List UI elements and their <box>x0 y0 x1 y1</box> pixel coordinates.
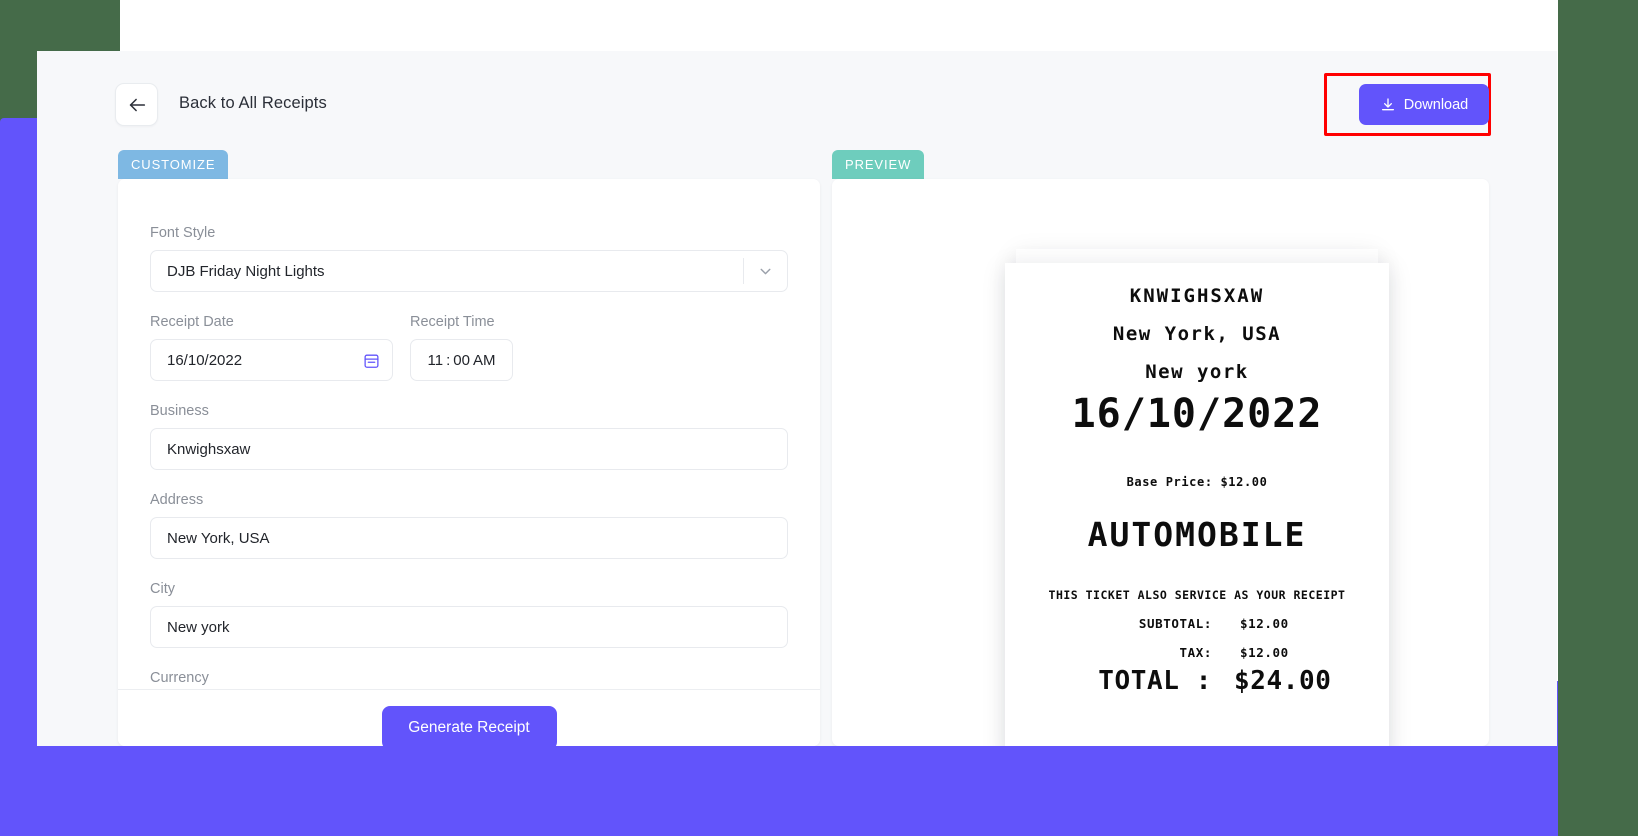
tab-preview-label: PREVIEW <box>845 157 912 172</box>
time-separator: : <box>446 351 451 369</box>
field-address: Address <box>150 492 788 559</box>
receipt-business: KNWIGHSXAW <box>1129 285 1265 307</box>
font-style-select[interactable] <box>150 250 788 292</box>
receipt-date-wrap <box>150 339 393 381</box>
download-button[interactable]: Download <box>1359 84 1489 125</box>
city-input[interactable] <box>150 606 788 648</box>
address-label: Address <box>150 492 204 508</box>
city-label: City <box>150 581 175 597</box>
receipt-preview: KNWIGHSXAW New York, USA New york 16/10/… <box>1005 263 1389 746</box>
field-receipt-date: Receipt Date <box>150 314 393 381</box>
receipt-date-label: Receipt Date <box>150 314 234 330</box>
tab-preview[interactable]: PREVIEW <box>832 150 925 179</box>
receipt-note: THIS TICKET ALSO SERVICE AS YOUR RECEIPT <box>1048 588 1346 602</box>
receipt-tax-label: TAX: <box>1179 645 1212 660</box>
tab-customize[interactable]: CUSTOMIZE <box>118 150 229 179</box>
app-header: Back to All Receipts Download <box>37 51 1557 156</box>
download-button-label: Download <box>1403 96 1469 113</box>
arrow-left-icon <box>126 94 148 116</box>
customize-form: Font Style Receipt Date <box>118 179 820 689</box>
time-hour[interactable]: 11 <box>428 352 444 369</box>
back-button[interactable] <box>115 83 158 126</box>
preview-panel: KNWIGHSXAW New York, USA New york 16/10/… <box>832 179 1489 746</box>
customize-panel: Font Style Receipt Date <box>118 179 820 746</box>
address-input[interactable] <box>150 517 788 559</box>
receipt-stack: KNWIGHSXAW New York, USA New york 16/10/… <box>1005 241 1389 746</box>
receipt-total-row: TOTAL : $24.00 <box>1005 666 1389 696</box>
receipt-subtotal-row: SUBTOTAL: $12.00 <box>1005 616 1389 631</box>
field-business: Business <box>150 403 788 470</box>
field-receipt-time: Receipt Time 11 : 00 AM <box>410 314 513 381</box>
receipt-subtotal-label: SUBTOTAL: <box>1138 616 1212 631</box>
page-root: Back to All Receipts Download CUSTOMIZE … <box>0 0 1638 836</box>
receipt-date-input[interactable] <box>150 339 393 381</box>
receipt-date: 16/10/2022 <box>1071 391 1323 437</box>
receipt-address: New York, USA <box>1112 323 1282 345</box>
currency-label: Currency <box>150 670 209 686</box>
field-currency: Currency <box>150 670 788 689</box>
receipt-tax-row: TAX: $12.00 <box>1005 645 1389 660</box>
receipt-subtotal-value: $12.00 <box>1240 616 1289 631</box>
receipt-time-input[interactable]: 11 : 00 AM <box>410 339 513 381</box>
form-footer: Generate Receipt <box>118 689 820 746</box>
font-style-select-wrap <box>150 250 788 292</box>
receipt-tax-value: $12.00 <box>1240 645 1289 660</box>
time-minute[interactable]: 00 <box>453 352 470 369</box>
chevron-down-icon[interactable] <box>757 250 774 292</box>
receipt-time-label: Receipt Time <box>410 314 495 330</box>
receipt-total-label: TOTAL : <box>1098 666 1212 696</box>
receipt-total-value: $24.00 <box>1234 666 1332 696</box>
business-input[interactable] <box>150 428 788 470</box>
select-divider <box>743 258 744 284</box>
business-label: Business <box>150 403 209 419</box>
app-window: Back to All Receipts Download CUSTOMIZE … <box>37 51 1557 746</box>
back-to-all-receipts-label[interactable]: Back to All Receipts <box>179 94 327 113</box>
font-style-label: Font Style <box>150 225 216 241</box>
time-meridiem[interactable]: AM <box>473 352 496 369</box>
field-city: City <box>150 581 788 648</box>
generate-receipt-button[interactable]: Generate Receipt <box>381 706 557 746</box>
receipt-base-price: Base Price: $12.00 <box>1126 475 1268 489</box>
field-font-style: Font Style <box>150 225 788 292</box>
date-time-row: Receipt Date 16/10/2022 Receipt Time 11 … <box>150 314 788 381</box>
download-icon <box>1380 97 1396 113</box>
tab-customize-label: CUSTOMIZE <box>131 157 216 172</box>
calendar-icon[interactable] <box>363 339 380 381</box>
receipt-item: AUTOMOBILE <box>1087 515 1307 554</box>
receipt-city: New york <box>1145 361 1249 383</box>
